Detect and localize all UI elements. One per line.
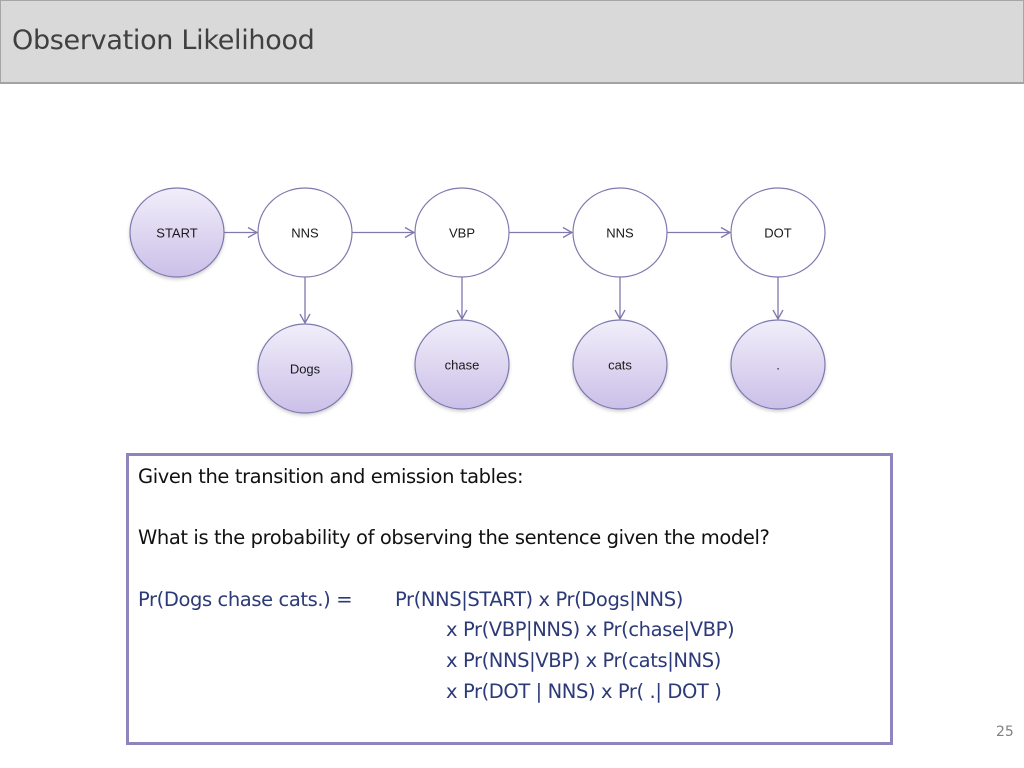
hmm-diagram: START NNS VBP NNS DOT Dogs chase cats. — [129, 187, 826, 414]
state-node-start-label: START — [156, 226, 197, 241]
observation-node-period: . — [730, 319, 826, 410]
state-node-nns1-label: NNS — [291, 226, 319, 241]
observation-node-cats: cats — [572, 319, 668, 410]
equation-lhs: Pr(Dogs chase cats.) = — [138, 588, 353, 611]
observation-node-chase: chase — [414, 319, 510, 410]
question-box: Given the transition and emission tables… — [126, 453, 893, 745]
state-node-dot: DOT — [730, 187, 826, 278]
equation-term: x Pr(DOT | NNS) x Pr( .| DOT ) — [446, 680, 722, 703]
page-number: 25 — [996, 724, 1014, 740]
state-node-nns1: NNS — [257, 187, 353, 278]
observation-node-period-label: . — [776, 358, 780, 373]
state-node-vbp: VBP — [414, 187, 510, 278]
equation-term: x Pr(NNS|VBP) x Pr(cats|NNS) — [446, 649, 721, 672]
state-node-start: START — [129, 187, 225, 278]
observation-node-cats-label: cats — [608, 358, 632, 373]
equation-term: x Pr(VBP|NNS) x Pr(chase|VBP) — [446, 618, 735, 641]
question-text: What is the probability of observing the… — [138, 526, 770, 549]
observation-node-dogs-label: Dogs — [290, 362, 321, 377]
state-node-vbp-label: VBP — [449, 226, 475, 241]
equation-term: Pr(NNS|START) x Pr(Dogs|NNS) — [395, 588, 683, 611]
observation-node-chase-label: chase — [445, 358, 480, 373]
state-node-nns2: NNS — [572, 187, 668, 278]
given-text: Given the transition and emission tables… — [138, 465, 524, 488]
observation-node-dogs: Dogs — [257, 323, 353, 414]
state-node-dot-label: DOT — [764, 226, 792, 241]
state-node-nns2-label: NNS — [606, 226, 634, 241]
